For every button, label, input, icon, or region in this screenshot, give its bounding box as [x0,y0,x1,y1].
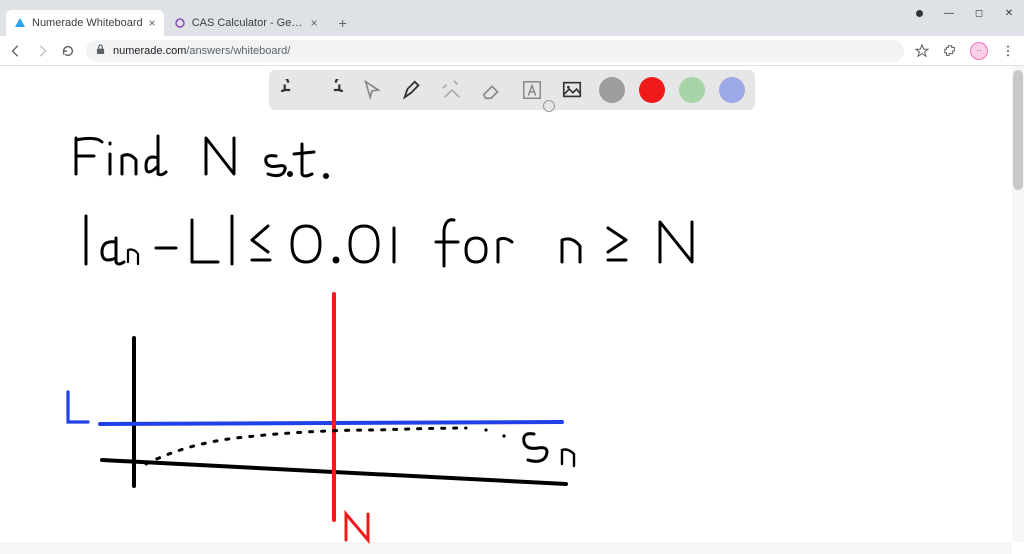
window-minimize-button[interactable]: — [934,2,964,24]
tab-geogebra[interactable]: CAS Calculator - GeoGebra × [166,10,326,36]
star-icon[interactable] [914,43,930,59]
whiteboard-canvas[interactable] [0,66,1024,554]
window-close-button[interactable]: ✕ [994,2,1024,24]
favicon-geogebra [174,17,186,29]
lock-icon [96,44,105,58]
url-text: numerade.com/answers/whiteboard/ [113,45,290,57]
record-indicator-icon [904,2,934,24]
tab-title: Numerade Whiteboard [32,17,143,29]
graph-drawing [68,294,574,540]
extensions-icon[interactable] [942,43,958,59]
url-input[interactable]: numerade.com/answers/whiteboard/ [86,40,904,62]
close-icon[interactable]: × [311,16,318,30]
address-bar: numerade.com/answers/whiteboard/ ·· [0,36,1024,66]
tab-numerade-whiteboard[interactable]: Numerade Whiteboard × [6,10,164,36]
close-icon[interactable]: × [149,16,156,30]
browser-tabstrip: Numerade Whiteboard × CAS Calculator - G… [0,8,1024,36]
handwriting-line-2 [86,216,692,266]
window-maximize-button[interactable]: ◻ [964,2,994,24]
handwriting-layer [0,66,1024,554]
menu-icon[interactable] [1000,43,1016,59]
tab-title: CAS Calculator - GeoGebra [192,17,305,29]
forward-button[interactable] [34,43,50,59]
profile-avatar[interactable]: ·· [970,42,988,60]
handwriting-line-1 [76,136,328,178]
back-button[interactable] [8,43,24,59]
favicon-numerade [14,17,26,29]
new-tab-button[interactable]: + [332,12,354,34]
reload-button[interactable] [60,43,76,59]
